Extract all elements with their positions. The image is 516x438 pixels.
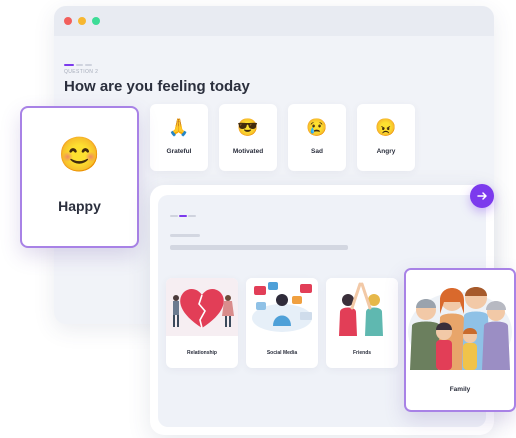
window-minimize-button[interactable] [78,17,86,25]
topic-label: Relationship [186,350,217,356]
broken-heart-illustration [166,278,238,336]
progress-step-3 [188,215,196,217]
sunglasses-face-icon: 😎 [237,118,259,137]
topic-option-social-media[interactable]: Social Media [246,278,318,368]
mood-label: Sad [311,148,323,155]
progress-step-2 [179,215,187,217]
mood-option-grateful[interactable]: 🙏 Grateful [150,104,208,171]
crying-face-icon: 😢 [306,118,328,137]
progress-step-2 [76,64,83,66]
mood-option-motivated[interactable]: 😎 Motivated [219,104,277,171]
mood-label: Motivated [232,148,264,155]
title-placeholder [170,245,348,250]
mood-option-sad[interactable]: 😢 Sad [288,104,346,171]
subtitle-placeholder [170,234,200,237]
mood-label: Angry [376,148,396,155]
question-title: How are you feeling today [64,78,250,95]
window-close-button[interactable] [64,17,72,25]
topic-option-friends[interactable]: Friends [326,278,398,368]
mood-label: Grateful [166,148,192,155]
topic-option-relationship[interactable]: Relationship [166,278,238,368]
topic-label: Friends [352,350,372,356]
praying-hands-icon: 🙏 [168,118,190,137]
angry-face-icon: 😠 [375,118,397,137]
mood-option-angry[interactable]: 😠 Angry [357,104,415,171]
next-button[interactable] [470,184,494,208]
progress-step-3 [85,64,92,66]
window-maximize-button[interactable] [92,17,100,25]
arrow-right-icon [477,192,487,200]
question-number: QUESTION 2 [64,69,99,75]
friends-illustration [326,278,398,336]
progress-step-1 [64,64,74,66]
family-illustration [406,270,514,370]
topic-label: Social Media [266,350,298,356]
progress-step-1 [170,215,178,217]
mood-label: Happy [58,198,101,214]
window-titlebar [54,6,494,36]
topic-label: Family [449,386,471,393]
topic-option-family[interactable]: Family [404,268,516,412]
mood-option-happy[interactable]: 😊 Happy [20,106,139,248]
social-media-illustration [246,278,318,336]
smiling-face-icon: 😊 [58,136,101,174]
